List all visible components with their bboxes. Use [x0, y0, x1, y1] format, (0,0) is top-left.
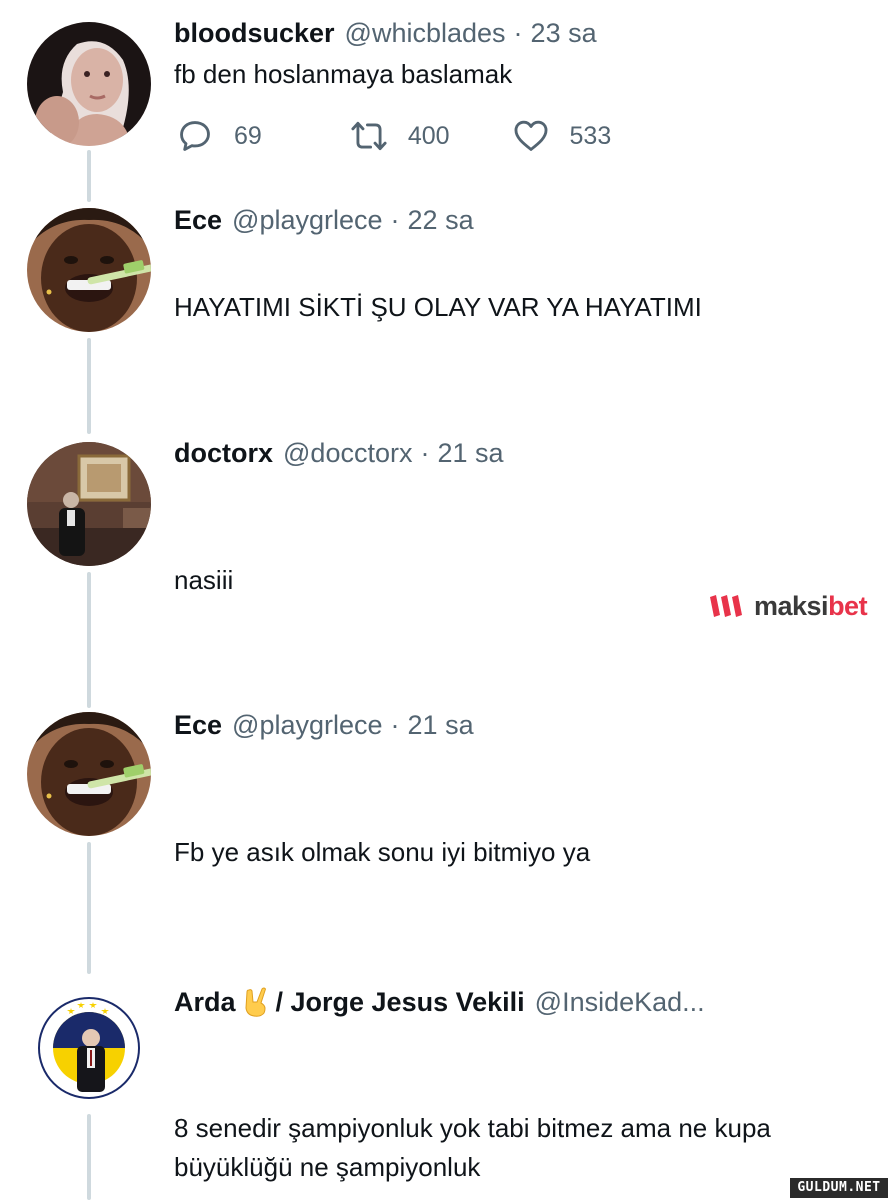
retweet-button[interactable]: 400 [350, 117, 450, 155]
toothbrush-man-avatar [27, 208, 151, 332]
thread-connector-line [87, 1114, 91, 1200]
like-count: 533 [569, 121, 612, 150]
tweet-actions: 69 400 533 [176, 114, 611, 158]
reply-icon [180, 121, 210, 151]
display-name[interactable]: Arda [174, 986, 236, 1018]
display-name[interactable]: Ece [174, 204, 222, 236]
separator-dot: · [420, 438, 430, 468]
avatar[interactable] [27, 442, 151, 566]
sponsor-name-part2: bet [828, 590, 868, 621]
user-handle[interactable]: @playgrlece [232, 709, 382, 741]
timestamp[interactable]: 21 sa [408, 709, 474, 741]
sponsor-logo[interactable]: maksi bet [708, 588, 868, 624]
like-button[interactable]: 533 [512, 117, 612, 155]
separator-dot: · [513, 18, 523, 48]
tweet-text: nasiii [174, 565, 234, 595]
timestamp[interactable]: 22 sa [408, 204, 474, 236]
tweet-header: doctorx @docctorx · 21 sa [174, 437, 504, 469]
retweet-icon [351, 121, 387, 151]
tweet-text: fb den hoslanmaya baslamak [174, 59, 513, 89]
avatar[interactable] [27, 22, 151, 146]
tweet-text: HAYATIMI SİKTİ ŞU OLAY VAR YA HAYATIMI [174, 292, 702, 322]
timestamp[interactable]: 21 sa [437, 437, 503, 469]
tweet-text: Fb ye asık olmak sonu iyi bitmiyo ya [174, 837, 591, 867]
heart-icon [514, 120, 547, 151]
separator-dot: · [390, 710, 400, 740]
display-name-suffix[interactable]: / Jorge Jesus Vekili [276, 986, 525, 1018]
thread-connector-line [87, 338, 91, 434]
display-name[interactable]: doctorx [174, 437, 273, 469]
avatar[interactable] [27, 208, 151, 332]
tweet-header: bloodsucker @whicblades · 23 sa [174, 17, 597, 49]
display-name[interactable]: Ece [174, 709, 222, 741]
tweet-text-line-1: 8 senedir şampiyonluk yok tabi bitmez am… [174, 1113, 771, 1143]
tweet-text-line-2: büyüklüğü ne şampiyonluk [174, 1152, 481, 1182]
site-watermark: GULDUM.NET [790, 1178, 888, 1198]
display-name[interactable]: bloodsucker [174, 17, 335, 49]
reply-button[interactable]: 69 [176, 117, 262, 155]
rock-on-hand-emoji-icon [245, 987, 266, 1017]
user-handle[interactable]: @playgrlece [232, 204, 382, 236]
tweet-header: Ece @playgrlece · 21 sa [174, 709, 474, 741]
retweet-count: 400 [407, 121, 450, 150]
separator-dot: · [390, 205, 400, 235]
toothbrush-man-avatar [27, 712, 151, 836]
thread-connector-line [87, 572, 91, 708]
user-handle[interactable]: @InsideKad... [535, 986, 705, 1018]
reply-count: 69 [234, 121, 262, 150]
user-handle[interactable]: @whicblades [345, 17, 506, 49]
maksibet-logo-mark-icon [710, 595, 742, 617]
tweet-header: Arda / Jorge Jesus Vekili @InsideKad... [174, 986, 705, 1018]
avatar[interactable] [27, 712, 151, 836]
sponsor-name-part1: maksi [754, 590, 829, 621]
timestamp[interactable]: 23 sa [531, 17, 597, 49]
avatar[interactable] [27, 982, 151, 1106]
thread-connector-line [87, 842, 91, 974]
thread-connector-line [87, 150, 91, 202]
tweet-header: Ece @playgrlece · 22 sa [174, 204, 474, 236]
fenerbahce-crest-avatar [27, 982, 151, 1106]
man-in-room-avatar [27, 442, 151, 566]
woman-portrait-avatar [27, 22, 151, 146]
user-handle[interactable]: @docctorx [283, 437, 412, 469]
